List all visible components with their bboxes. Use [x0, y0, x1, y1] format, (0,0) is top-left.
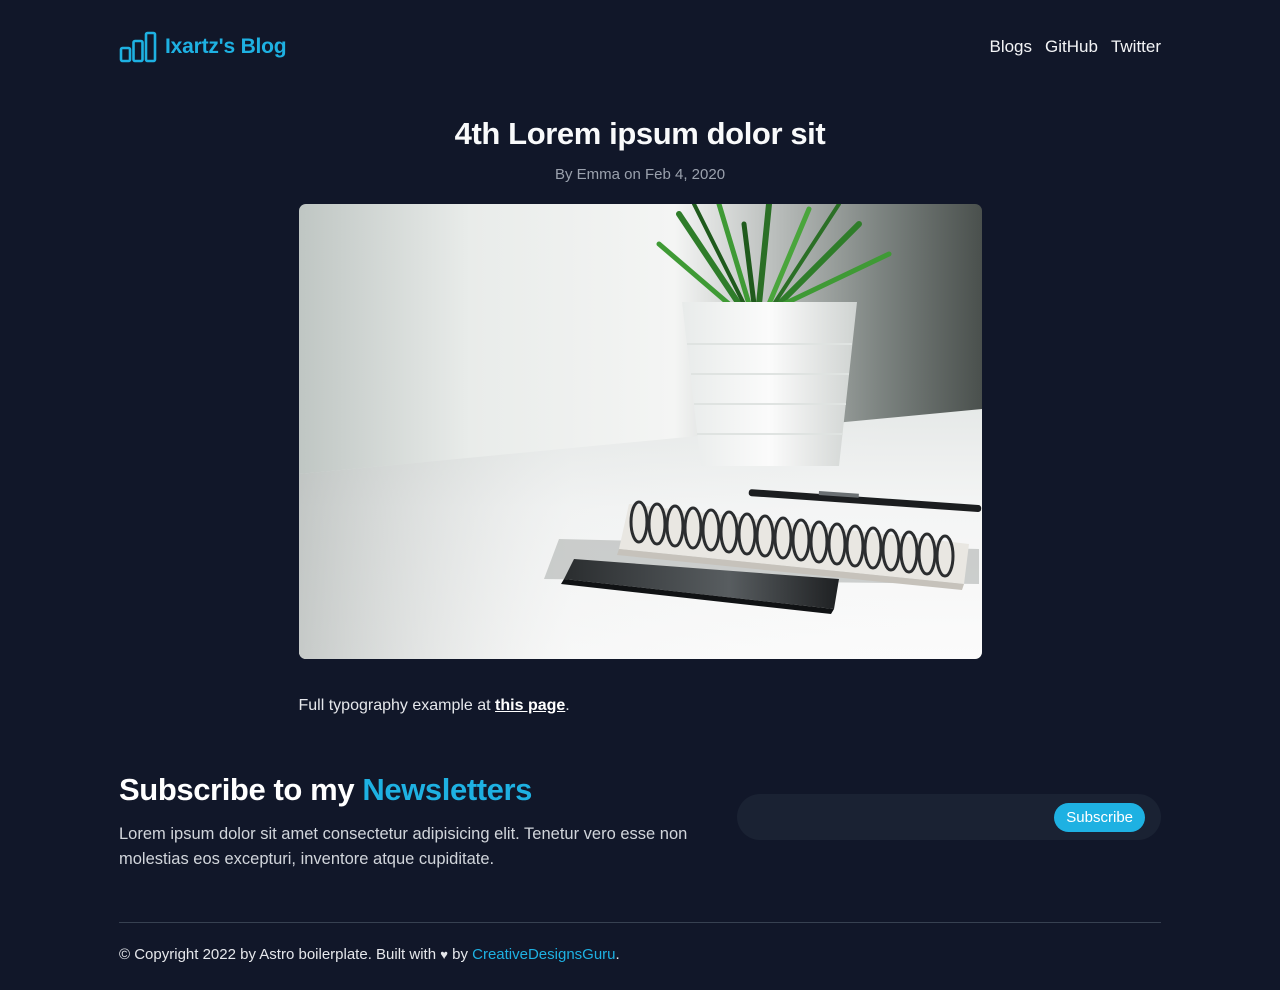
post-meta: By Emma on Feb 4, 2020	[554, 166, 726, 183]
main-nav: Blogs GitHub Twitter	[989, 37, 1161, 57]
typography-link[interactable]: this page	[495, 697, 565, 714]
footer-author-link[interactable]: CreativeDesignsGuru	[472, 946, 615, 963]
footer-divider	[119, 922, 1161, 923]
desk-photo-illustration	[298, 204, 982, 659]
newsletter-title: Subscribe to my Newsletters	[119, 772, 719, 808]
logo-link[interactable]: Ixartz's Blog	[119, 31, 287, 63]
nav-github[interactable]: GitHub	[1045, 37, 1098, 57]
newsletter-title-accent: Newsletters	[362, 772, 533, 807]
page: Ixartz's Blog Blogs GitHub Twitter 4th L…	[119, 0, 1161, 963]
post-body: Full typography example at this page.	[299, 697, 982, 715]
newsletter-title-prefix: Subscribe to my	[119, 772, 363, 807]
newsletter-form: Subscribe	[737, 794, 1161, 840]
post-body-text: Full typography example at	[298, 697, 496, 714]
post-hero-image	[298, 204, 982, 659]
newsletter-copy: Subscribe to my Newsletters Lorem ipsum …	[119, 772, 719, 872]
newsletter-description: Lorem ipsum dolor sit amet consectetur a…	[119, 825, 688, 868]
heart-icon: ♥	[440, 947, 448, 962]
post-title: 4th Lorem ipsum dolor sit	[454, 116, 826, 151]
subscribe-button[interactable]: Subscribe	[1054, 802, 1145, 832]
nav-twitter[interactable]: Twitter	[1111, 37, 1161, 57]
site-footer: © Copyright 2022 by Astro boilerplate. B…	[119, 946, 1161, 963]
bar-chart-icon	[119, 31, 157, 62]
nav-blogs[interactable]: Blogs	[989, 37, 1032, 57]
site-header: Ixartz's Blog Blogs GitHub Twitter	[119, 0, 1161, 93]
footer-copyright: © Copyright 2022 by Astro boilerplate. B…	[119, 946, 441, 963]
newsletter-email-input[interactable]	[755, 808, 1055, 826]
logo-text: Ixartz's Blog	[165, 34, 287, 58]
footer-by: by	[447, 946, 473, 963]
post-body-suffix: .	[565, 697, 570, 714]
footer-suffix: .	[615, 946, 620, 963]
newsletter-section: Subscribe to my Newsletters Lorem ipsum …	[119, 772, 1161, 872]
